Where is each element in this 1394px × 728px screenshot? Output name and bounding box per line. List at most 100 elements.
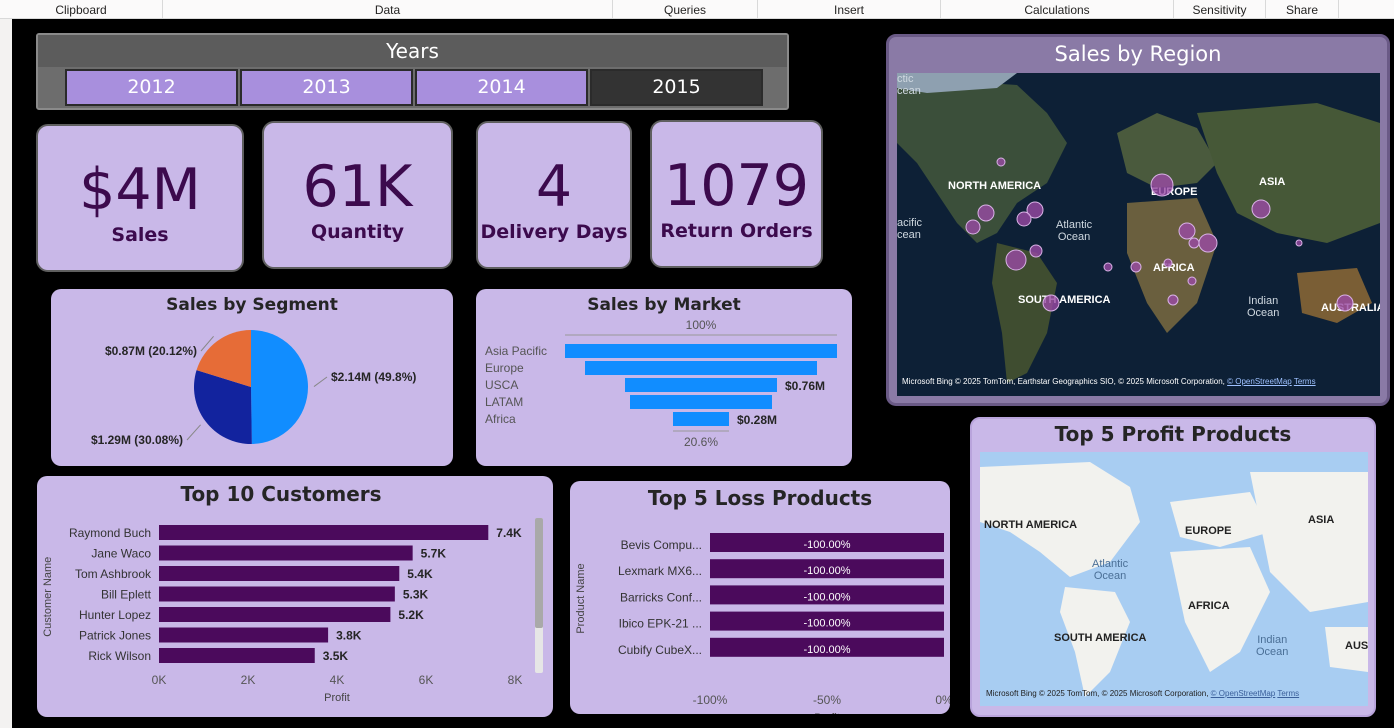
map-bubble [1336,294,1354,312]
x-axis-title: Profit [324,692,350,704]
funnel-bottom-label: 20.6% [684,435,718,449]
kpi-card-delivery-days: 4 Delivery Days [476,121,632,269]
kpi-label: Delivery Days [480,221,628,243]
bar [159,627,329,643]
visual-title: Top 5 Profit Products [1054,422,1292,446]
ribbon-calculations[interactable]: Calculations [941,0,1174,19]
kpi-label: Return Orders [660,220,813,242]
ribbon-queries[interactable]: Queries [613,0,758,19]
sales-by-segment-visual[interactable]: Sales by Segment $2.14M (49.8%) $1.29M (3… [51,289,453,466]
ribbon-insert[interactable]: Insert [758,0,941,19]
map-bubble [996,157,1006,167]
osm-link[interactable]: © OpenStreetMap [1227,377,1292,386]
year-option-2013[interactable]: 2013 [240,69,413,106]
funnel-category-label: USCA [485,378,518,392]
bar-category-label: Rick Wilson [88,649,151,663]
map-bubble [1130,261,1142,273]
bar-data-label: 5.7K [421,547,447,561]
ribbon-data[interactable]: Data [163,0,613,19]
kpi-value: $4M [79,157,201,223]
x-axis-title: Profit [814,712,840,714]
bar-category-label: Ibico EPK-21 ... [619,617,702,631]
visual-title: Sales by Region [1054,42,1222,66]
osm-link[interactable]: © OpenStreetMap [1211,689,1276,698]
map-bubble [1103,262,1113,272]
bar-category-label: Bill Eplett [101,588,152,602]
profit-products-visual[interactable]: Top 5 Profit Products NORTH AMERICA EURO… [970,417,1376,717]
funnel-bar [673,412,729,426]
loss-products-visual[interactable]: Top 5 Loss Products Bevis Compu... -100.0… [570,481,950,714]
map-bubble [965,219,981,235]
bar [159,586,395,602]
bar-category-label: Jane Waco [91,547,151,561]
bar-data-label: 5.4K [407,567,433,581]
pie-chart: $2.14M (49.8%) $1.29M (30.08%) $0.87M (20.… [91,330,416,447]
pie-slice [251,330,308,444]
visual-title: Sales by Segment [166,295,338,315]
kpi-label: Sales [111,224,169,246]
ribbon-label: Sensitivity [1192,2,1247,17]
ribbon-label: Queries [663,2,707,17]
funnel-data-label: $0.76M [785,379,825,393]
top-customers-visual[interactable]: Top 10 Customers Raymond Buch 7.4K Jane Wa… [37,476,553,717]
map-bubble [1005,249,1027,271]
ocean-label: Indian Ocean [1256,634,1289,658]
ribbon-label: Calculations [1024,2,1090,17]
map-bubbles [965,157,1354,312]
bing-logo: Microsoft Bing [986,689,1037,698]
funnel-bar [630,395,772,409]
map-bubble [1295,239,1303,247]
bar-category-label: Lexmark MX6... [618,564,702,578]
map-attribution: Microsoft Bing © 2025 TomTom, Earthstar … [902,377,1316,386]
ocean-label: Atlantic Ocean [1092,558,1129,582]
map-bubble [1163,258,1173,268]
scrollbar-track[interactable] [535,518,543,673]
funnel-category-label: Asia Pacific [485,344,547,358]
loss-bar-chart: Bevis Compu... -100.00% Lexmark MX6... -100… [575,533,950,714]
bar-data-label: 3.8K [336,629,362,643]
continent-label: SOUTH AMERICA [1054,632,1147,644]
ribbon-label: Clipboard [55,2,107,17]
years-slicer: Years 2012 2013 2014 2015 [36,33,789,110]
funnel-bar [565,344,837,358]
funnel-chart: 100% Asia Pacific Europe USCA $0.76M LATAM Afr… [485,318,837,449]
kpi-value: 4 [535,154,573,220]
scrollbar-thumb[interactable] [535,518,543,628]
bar-category-label: Cubify CubeX... [618,643,702,657]
year-option-2012[interactable]: 2012 [65,69,238,106]
terms-link[interactable]: Terms [1277,689,1299,698]
region-map[interactable]: NORTH AMERICA EUROPE ASIA AFRICA SOUTH A… [897,73,1380,396]
sales-by-region-visual[interactable]: Sales by Region NORTH AMERICA EUROPE ASI… [886,34,1390,406]
visual-title: Top 5 Loss Products [647,486,873,510]
map-bubble [1167,294,1179,306]
y-axis-title: Product Name [575,563,587,633]
profit-map[interactable]: NORTH AMERICA EUROPE ASIA AFRICA SOUTH A… [980,452,1368,706]
bar-data-label: -100.00% [803,539,850,551]
map-bubble [1029,244,1043,258]
ribbon-sensitivity[interactable]: Sensitivity [1174,0,1266,19]
ribbon: Clipboard Data Queries Insert Calculatio… [0,0,1394,19]
year-option-2014[interactable]: 2014 [415,69,588,106]
map-bubble [1178,222,1196,240]
terms-link[interactable]: Terms [1294,377,1316,386]
kpi-card-quantity: 61K Quantity [262,121,453,269]
ribbon-clipboard[interactable]: Clipboard [0,0,163,19]
funnel-category-label: LATAM [485,395,523,409]
bar-category-label: Barricks Conf... [620,590,702,604]
year-option-2015[interactable]: 2015 [590,69,763,106]
funnel-bar [625,378,777,392]
continent-label: ASIA [1308,514,1335,526]
ribbon-share[interactable]: Share [1266,0,1339,19]
map-bubble [1251,199,1271,219]
report-canvas: Years 2012 2013 2014 2015 $4M Sales 61K … [12,19,1394,728]
map-land [980,462,1368,697]
bar-category-label: Raymond Buch [69,526,151,540]
bar-data-label: 3.5K [323,649,349,663]
bar [159,648,315,663]
bar-data-label: -100.00% [803,591,850,603]
sales-by-market-visual[interactable]: Sales by Market 100% Asia Pacific Europe US… [476,289,852,466]
pie-data-label: $2.14M (49.8%) [331,370,416,384]
pie-data-label: $0.87M (20.12%) [105,344,197,358]
kpi-value: 1079 [663,153,810,219]
years-slicer-title: Years [38,35,787,67]
